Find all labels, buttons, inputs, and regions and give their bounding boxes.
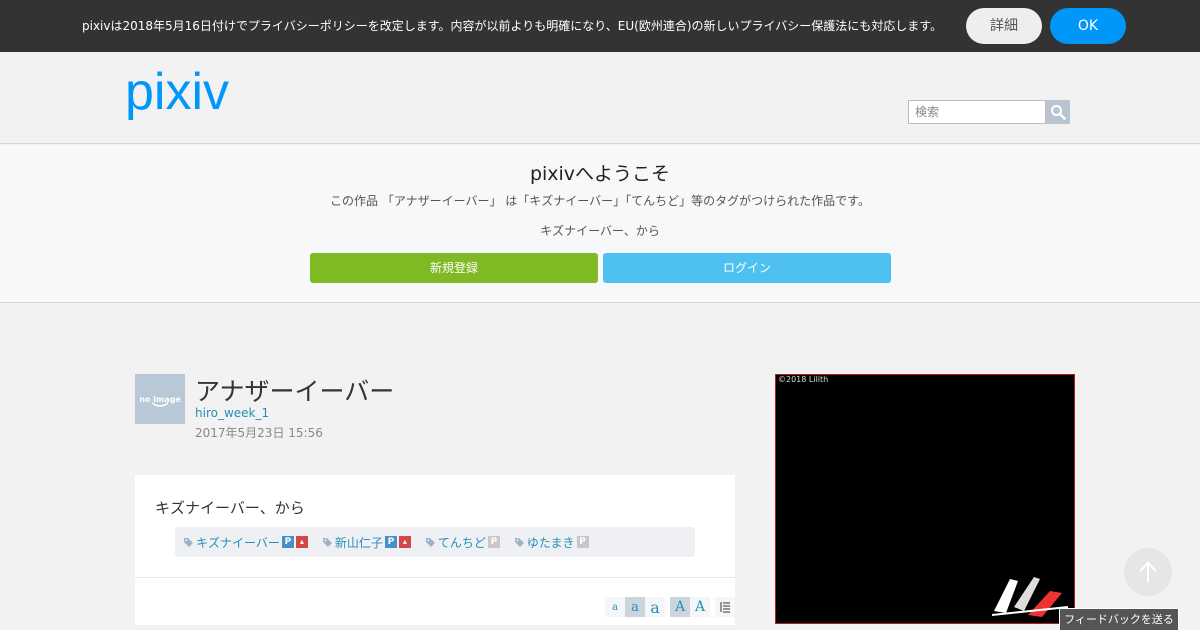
search-icon <box>1051 105 1066 120</box>
font-size-toolbar: a a a A A <box>605 597 735 617</box>
tag-icon <box>425 537 435 547</box>
pixpedia-icon[interactable]: P <box>487 536 500 548</box>
arrow-up-icon <box>1139 561 1157 582</box>
login-button[interactable]: ログイン <box>603 253 891 283</box>
ok-button[interactable]: OK <box>1050 8 1126 44</box>
author-link[interactable]: hiro_week_1 <box>195 406 269 420</box>
tag-label: キズナイーバー <box>196 535 280 550</box>
pixiv-logo-icon: pixiv <box>125 63 229 121</box>
register-button[interactable]: 新規登録 <box>310 253 598 283</box>
font-size-small-button[interactable]: a <box>605 597 625 617</box>
font-size-medium-button[interactable]: a <box>625 597 645 617</box>
line-spacing-icon[interactable] <box>715 597 735 617</box>
privacy-consent-bar: pixivは2018年5月16日付けでプライバシーポリシーを改定します。内容が以… <box>0 0 1200 52</box>
site-header: pixiv <box>0 52 1200 144</box>
pixpedia-icon[interactable]: P <box>384 536 397 548</box>
welcome-caption: キズナイーバー、から <box>540 224 660 238</box>
search-box <box>908 100 1070 124</box>
work-caption: キズナイーバー、から <box>155 499 305 517</box>
search-input[interactable] <box>908 100 1046 124</box>
avatar[interactable]: no image <box>135 374 185 424</box>
tag-icon <box>322 537 332 547</box>
artwork-image[interactable]: ©2018 Lilith <box>775 374 1075 624</box>
pixpedia-icon[interactable]: P <box>281 536 294 548</box>
search-button[interactable] <box>1046 100 1070 124</box>
tag-item[interactable]: キズナイーバー P ▴ <box>183 534 308 551</box>
font-serif-button[interactable]: A <box>670 597 690 617</box>
copyright-text: ©2018 Lilith <box>778 375 829 384</box>
tag-icon <box>184 537 193 547</box>
tag-item[interactable]: 新山仁子 P ▴ <box>322 534 411 551</box>
no-image-icon: no image <box>139 395 181 407</box>
tag-label: 新山仁子 <box>334 535 383 550</box>
line-spacing-icon-svg <box>720 602 730 613</box>
tag-icon <box>514 537 524 547</box>
detail-button[interactable]: 詳細 <box>966 8 1042 44</box>
pixiv-logo[interactable]: pixiv <box>125 63 251 127</box>
font-sans-button[interactable]: A <box>690 597 710 617</box>
ranking-icon[interactable]: ▴ <box>398 536 411 548</box>
welcome-description: この作品 「アナザーイーバー」 は「キズナイーバー」「てんちど」等のタグがつけら… <box>330 194 870 208</box>
feedback-button[interactable]: フィードバックを送る <box>1059 608 1179 630</box>
scroll-to-top-button[interactable] <box>1124 548 1172 596</box>
svg-text:no image: no image <box>139 395 181 404</box>
work-title: アナザーイーバー <box>195 377 395 406</box>
welcome-panel: pixivへようこそ この作品 「アナザーイーバー」 は「キズナイーバー」「てん… <box>0 145 1200 303</box>
welcome-title: pixivへようこそ <box>529 163 671 185</box>
divider <box>135 577 735 578</box>
game-logo-icon <box>991 577 1069 617</box>
tag-item[interactable]: てんちど P <box>425 534 500 551</box>
tag-label: ゆたまき <box>526 535 575 550</box>
tag-label: てんちど <box>437 535 486 550</box>
tag-item[interactable]: ゆたまき P <box>514 534 589 551</box>
ranking-icon[interactable]: ▴ <box>295 536 308 548</box>
pixpedia-icon[interactable]: P <box>576 536 589 548</box>
work-caption-card: キズナイーバー、から キズナイーバー P ▴ 新山仁子 P ▴ てんちど P ゆ… <box>135 475 735 625</box>
privacy-notice-text: pixivは2018年5月16日付けでプライバシーポリシーを改定します。内容が以… <box>82 19 943 33</box>
tag-list: キズナイーバー P ▴ 新山仁子 P ▴ てんちど P ゆたまき P <box>175 527 695 557</box>
svg-text:pixiv: pixiv <box>125 67 229 121</box>
font-size-large-button[interactable]: a <box>645 597 665 617</box>
post-date: 2017年5月23日 15:56 <box>195 426 323 440</box>
